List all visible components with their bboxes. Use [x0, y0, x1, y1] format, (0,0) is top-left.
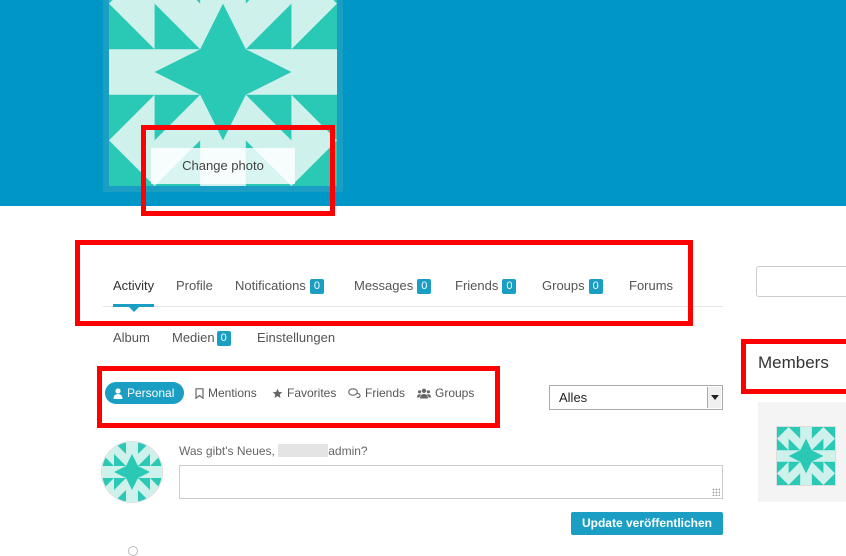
- filter-label: Mentions: [208, 386, 257, 400]
- star-icon: [272, 388, 283, 398]
- tab-notifications[interactable]: Notifications 0: [235, 272, 324, 306]
- filter-label: Friends: [365, 386, 406, 400]
- subnav-einstellungen[interactable]: Einstellungen: [257, 330, 335, 345]
- user-avatar[interactable]: [101, 441, 163, 503]
- profile-tabs: Activity Profile Notifications 0 Messages…: [103, 272, 723, 312]
- identicon-image: [777, 427, 835, 485]
- subnav-album[interactable]: Album: [113, 330, 150, 345]
- filter-personal[interactable]: Personal: [105, 382, 185, 404]
- user-icon: [113, 388, 123, 399]
- filter-mentions[interactable]: Mentions: [195, 382, 257, 404]
- filter-label: Favorites: [287, 386, 337, 400]
- tab-label: Messages: [354, 278, 414, 293]
- tab-groups[interactable]: Groups 0: [542, 272, 603, 306]
- tab-label: Groups: [542, 278, 585, 293]
- bookmark-icon: [195, 388, 204, 400]
- tab-profile[interactable]: Profile: [176, 272, 213, 306]
- change-photo-button[interactable]: Change photo: [151, 148, 295, 184]
- subnav-label: Album: [113, 330, 150, 345]
- chat-bubbles-icon: [348, 388, 361, 399]
- filter-label: Groups: [435, 386, 475, 400]
- sidebar-search-input[interactable]: [756, 266, 846, 297]
- tab-messages[interactable]: Messages 0: [354, 272, 432, 306]
- users-icon: [417, 388, 431, 399]
- filter-groups[interactable]: Groups: [417, 382, 474, 404]
- chevron-down-icon: [707, 387, 721, 408]
- members-widget: [758, 402, 846, 502]
- redacted-username: [278, 444, 329, 457]
- tab-label: Activity: [113, 278, 155, 293]
- tab-label: Profile: [176, 278, 213, 293]
- tab-activity[interactable]: Activity: [113, 272, 155, 312]
- tab-label: Forums: [629, 278, 674, 293]
- tab-label: Friends: [455, 278, 499, 293]
- filter-label: Personal: [127, 386, 175, 400]
- tab-forums[interactable]: Forums: [629, 272, 673, 306]
- subnav-label: Einstellungen: [257, 330, 336, 345]
- prompt-suffix: admin?: [328, 444, 368, 458]
- groups-count-badge: 0: [588, 279, 603, 294]
- subnav-medien[interactable]: Medien 0: [172, 330, 231, 346]
- members-widget-title: Members: [758, 353, 829, 372]
- filter-favorites[interactable]: Favorites: [272, 382, 336, 404]
- post-form-prompt: Was gibt's Neues, admin?: [179, 444, 368, 458]
- activity-filter-select[interactable]: Alles: [549, 385, 723, 410]
- whats-new-textarea[interactable]: [179, 465, 723, 499]
- subnav-label: Medien: [172, 330, 215, 345]
- profile-avatar-frame: Change photo: [103, 0, 343, 192]
- identicon-image: [102, 442, 162, 502]
- tab-label: Notifications: [235, 278, 306, 293]
- medien-count-badge: 0: [216, 331, 231, 346]
- resize-grip-icon[interactable]: [712, 488, 720, 496]
- update-post-button[interactable]: Update veröffentlichen: [571, 512, 723, 535]
- tab-friends[interactable]: Friends 0: [455, 272, 517, 306]
- prompt-prefix: Was gibt's Neues,: [179, 444, 275, 458]
- notifications-count-badge: 0: [309, 279, 324, 294]
- profile-avatar[interactable]: Change photo: [109, 0, 337, 186]
- activity-filter-selected: Alles: [559, 390, 588, 405]
- member-avatar[interactable]: [776, 426, 836, 486]
- friends-count-badge: 0: [502, 279, 517, 294]
- messages-count-badge: 0: [417, 279, 432, 294]
- filter-friends[interactable]: Friends: [348, 382, 405, 404]
